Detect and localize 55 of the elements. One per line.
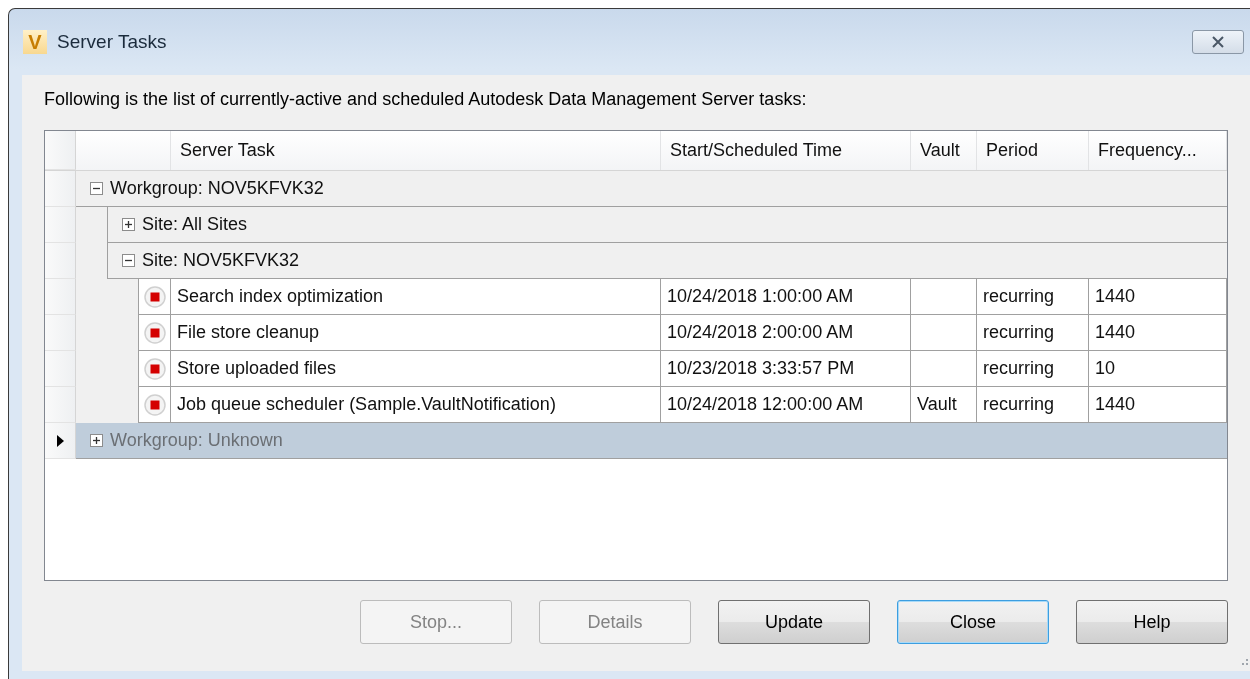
dialog-button[interactable]: Help bbox=[1076, 600, 1228, 644]
table-cell: Store uploaded files bbox=[171, 351, 661, 387]
group-row[interactable]: Site: NOV5KFVK32 bbox=[107, 243, 1227, 279]
table-cell: recurring bbox=[977, 279, 1089, 315]
dialog-button[interactable]: Update bbox=[718, 600, 870, 644]
table-cell bbox=[911, 351, 977, 387]
collapse-icon[interactable] bbox=[90, 182, 103, 195]
window-title: Server Tasks bbox=[57, 31, 168, 53]
row-header bbox=[45, 243, 76, 279]
table-cell: Search index optimization bbox=[171, 279, 661, 315]
group-row[interactable]: Site: All Sites bbox=[107, 207, 1227, 243]
close-button[interactable] bbox=[1192, 30, 1244, 54]
table-cell: 10/24/2018 1:00:00 AM bbox=[661, 279, 911, 315]
expand-icon[interactable] bbox=[90, 434, 103, 447]
table-cell: 10/24/2018 12:00:00 AM bbox=[661, 387, 911, 423]
tree-indent bbox=[76, 387, 138, 423]
table-cell: File store cleanup bbox=[171, 315, 661, 351]
tree-indent bbox=[76, 207, 107, 243]
table-cell: Vault bbox=[911, 387, 977, 423]
row-header bbox=[45, 351, 76, 387]
table-cell: 1440 bbox=[1089, 279, 1227, 315]
app-logo: V bbox=[23, 30, 47, 54]
dialog-button[interactable]: Close bbox=[897, 600, 1049, 644]
table-cell: 1440 bbox=[1089, 387, 1227, 423]
group-label: Workgroup: NOV5KFVK32 bbox=[110, 178, 324, 199]
stop-icon bbox=[143, 357, 166, 380]
table-cell: 1440 bbox=[1089, 315, 1227, 351]
row-header bbox=[45, 279, 76, 315]
column-header[interactable]: Server Task bbox=[171, 131, 661, 170]
table-cell bbox=[911, 315, 977, 351]
group-label: Site: All Sites bbox=[142, 214, 248, 235]
stop-icon bbox=[143, 321, 166, 344]
row-header bbox=[45, 315, 76, 351]
table-cell: recurring bbox=[977, 387, 1089, 423]
group-row[interactable]: Workgroup: NOV5KFVK32 bbox=[76, 171, 1227, 207]
column-header[interactable]: Frequency... bbox=[1089, 131, 1227, 170]
row-header bbox=[45, 207, 76, 243]
group-label: Site: NOV5KFVK32 bbox=[142, 250, 300, 271]
table-cell: 10/24/2018 2:00:00 AM bbox=[661, 315, 911, 351]
column-header[interactable]: Vault bbox=[911, 131, 977, 170]
table-cell: recurring bbox=[977, 351, 1089, 387]
group-label: Workgroup: Unknown bbox=[110, 430, 283, 451]
close-icon bbox=[1211, 36, 1225, 48]
table-cell bbox=[911, 279, 977, 315]
description-text: Following is the list of currently-active and scheduled Autodesk Data Management Server tasks: bbox=[44, 89, 808, 110]
stop-icon bbox=[143, 393, 166, 416]
table-cell: recurring bbox=[977, 315, 1089, 351]
column-header[interactable]: Start/Scheduled Time bbox=[661, 131, 911, 170]
column-header[interactable]: Period bbox=[977, 131, 1089, 170]
table-cell: Job queue scheduler (Sample.VaultNotification) bbox=[171, 387, 661, 423]
table-cell: 10/23/2018 3:33:57 PM bbox=[661, 351, 911, 387]
stop-icon bbox=[143, 285, 166, 308]
collapse-icon[interactable] bbox=[122, 254, 135, 267]
expand-icon[interactable] bbox=[122, 218, 135, 231]
table-cell: 10 bbox=[1089, 351, 1227, 387]
